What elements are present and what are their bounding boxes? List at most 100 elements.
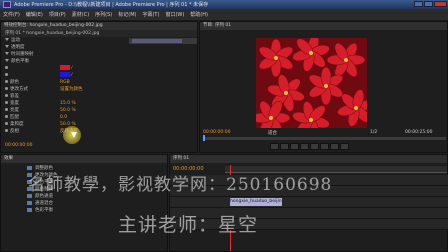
effect-row-value[interactable]: RGB: [60, 80, 70, 85]
effect-row-label: 更改方式: [10, 87, 28, 92]
effect-row[interactable]: 亮度 50.0 %: [5, 107, 197, 114]
step-back-button[interactable]: [290, 143, 299, 150]
expand-icon[interactable]: [5, 38, 9, 41]
timeline-panel: 序列 01 00:00:00:00 hongxie_huaduo_beijin: [169, 154, 448, 252]
poinsettia-image: [256, 38, 367, 128]
minimize-button[interactable]: [414, 1, 423, 7]
mark-out-button[interactable]: [280, 143, 289, 150]
effect-controls-tab[interactable]: 特效控制台: hongxie_huaduo_beijing-002.jpg: [1, 22, 197, 30]
expand-icon[interactable]: [5, 59, 9, 62]
clip-label: 序列 01 * hongxie_huaduo_beijing-002.jpg: [1, 30, 197, 37]
timeline-clip[interactable]: hongxie_huaduo_beijin: [230, 198, 282, 206]
step-forward-button[interactable]: [310, 143, 319, 150]
effect-row-value[interactable]: 0.0: [60, 115, 67, 120]
effect-row-label: 容差: [10, 94, 19, 99]
flower-center: [274, 56, 278, 60]
flower-center: [309, 51, 313, 55]
extract-button[interactable]: [330, 143, 339, 150]
stopwatch-icon[interactable]: [5, 108, 8, 111]
effect-row[interactable]: 颜色 RGB: [5, 79, 197, 86]
color-swatch[interactable]: [60, 72, 70, 77]
effect-row-value[interactable]: 50.0 %: [60, 108, 76, 113]
effect-row[interactable]: ⁄: [5, 72, 197, 79]
stopwatch-icon[interactable]: [5, 129, 8, 132]
video-track-1[interactable]: hongxie_huaduo_beijin: [170, 197, 448, 208]
maximize-button[interactable]: [424, 1, 433, 7]
effect-clip-bar[interactable]: [132, 39, 182, 43]
effect-row-label: 透明度: [11, 45, 25, 50]
effect-controls-timecode[interactable]: 00:00:00:00: [5, 143, 32, 148]
menu-item-3[interactable]: 素材(C): [69, 9, 92, 20]
transport-controls: [270, 143, 350, 152]
stopwatch-icon[interactable]: [5, 73, 8, 76]
menu-item-0[interactable]: 文件(F): [0, 9, 23, 20]
play-button[interactable]: [300, 143, 309, 150]
effect-row[interactable]: 匹配 0.0: [5, 114, 197, 121]
effect-row-label: 颜色平衡: [11, 59, 29, 64]
stopwatch-icon[interactable]: [5, 87, 8, 90]
menu-item-2[interactable]: 项目(P): [46, 9, 69, 20]
eyedropper-icon[interactable]: ⁄: [70, 73, 72, 78]
effect-row-label: 宽度: [10, 101, 19, 106]
effect-rows: 运动透明度时间重映射颜色平衡 ⁄ ⁄ 颜色 RGB 更改方式 设置为颜色容差宽度 15.0…: [1, 37, 197, 135]
effect-row-label: 颜色: [10, 80, 19, 85]
effect-icon: [27, 207, 32, 212]
expand-icon[interactable]: [5, 45, 9, 48]
timeline-tab[interactable]: 序列 01: [170, 155, 447, 163]
effect-row[interactable]: 反相反转选区: [5, 128, 197, 135]
effect-row-label: 柔和度: [10, 122, 24, 127]
mark-in-button[interactable]: [270, 143, 279, 150]
effect-row[interactable]: 颜色平衡: [5, 58, 197, 65]
menu-bar: 文件(F) 编辑(E) 项目(P) 素材(C) 序列(S) 标记(M) 字幕(T) 窗口(W)…: [0, 9, 448, 21]
eyedropper-icon[interactable]: ⁄: [70, 66, 72, 71]
effect-row[interactable]: 柔和度 50.0 %: [5, 121, 197, 128]
stopwatch-icon[interactable]: [5, 94, 8, 97]
expand-icon[interactable]: [5, 52, 9, 55]
effect-row-label: 匹配: [10, 115, 19, 120]
window-title: Adobe Premiere Pro - D:\\教程\\新建项目 | Adob…: [14, 2, 209, 8]
program-monitor-tab[interactable]: 节目: 序列 01: [200, 22, 447, 30]
effect-row-label: 亮度: [10, 108, 19, 113]
effect-row-label: 运动: [11, 38, 20, 43]
program-monitor-panel: 节目: 序列 01 00:00:00:00 适合 1/2 00:00:25:00: [199, 21, 448, 153]
effect-row-value[interactable]: 15.0 %: [60, 101, 76, 106]
menu-item-6[interactable]: 字幕(T): [139, 9, 162, 20]
effect-row-label: 时间重映射: [11, 52, 34, 57]
stopwatch-icon[interactable]: [5, 80, 8, 83]
menu-item-1[interactable]: 编辑(E): [23, 9, 46, 20]
effect-row[interactable]: 更改方式 设置为颜色: [5, 86, 197, 93]
effect-row[interactable]: 时间重映射: [5, 51, 197, 58]
zoom-select[interactable]: 适合: [268, 130, 277, 136]
watermark-line-1: 名師教學，影视教学网：250160698: [28, 175, 333, 195]
effect-list-item[interactable]: 通道混合: [27, 200, 167, 207]
program-scrubber[interactable]: [203, 137, 446, 140]
stopwatch-icon[interactable]: [5, 115, 8, 118]
effect-row[interactable]: 容差: [5, 93, 197, 100]
program-playhead[interactable]: [203, 135, 205, 141]
resolution-select[interactable]: 1/2: [370, 130, 377, 135]
flower-center: [324, 84, 328, 88]
menu-item-8[interactable]: 帮助(H): [187, 9, 211, 20]
menu-item-4[interactable]: 序列(S): [92, 9, 115, 20]
program-timecode-current[interactable]: 00:00:00:00: [203, 130, 230, 135]
menu-item-5[interactable]: 标记(M): [115, 9, 139, 20]
close-button[interactable]: [434, 1, 447, 7]
effect-row[interactable]: 透明度: [5, 44, 197, 51]
effect-icon: [27, 200, 32, 205]
color-swatch[interactable]: [60, 65, 70, 70]
lift-button[interactable]: [320, 143, 329, 150]
effect-row[interactable]: 宽度 15.0 %: [5, 100, 197, 107]
program-timecode-duration: 00:00:25:00: [405, 130, 433, 135]
effect-row-value[interactable]: 设置为颜色: [60, 87, 83, 92]
watermark-line-2: 主讲老师：星空: [118, 214, 259, 236]
effect-row[interactable]: ⁄: [5, 65, 197, 72]
stopwatch-icon[interactable]: [5, 66, 8, 69]
premiere-app-icon: [3, 1, 11, 8]
stopwatch-icon[interactable]: [5, 101, 8, 104]
effects-tab[interactable]: 效果: [1, 155, 167, 163]
flower-center: [269, 116, 273, 120]
flower-center: [284, 91, 288, 95]
stopwatch-icon[interactable]: [5, 122, 8, 125]
export-frame-button[interactable]: [340, 143, 349, 150]
menu-item-7[interactable]: 窗口(W): [162, 9, 187, 20]
